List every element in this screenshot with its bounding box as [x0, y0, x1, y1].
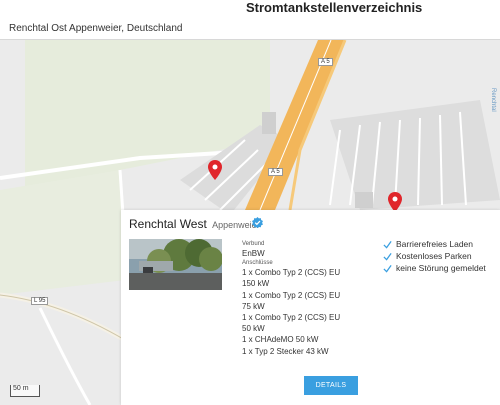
feature-item: Kostenloses Parken — [383, 250, 486, 262]
station-card: Renchtal West Appenweier Verbund EnBW An… — [121, 210, 500, 405]
connector-line: 1 x CHAdeMO 50 kW — [242, 335, 319, 345]
connector-line: 1 x Typ 2 Stecker 43 kW — [242, 346, 329, 356]
connector-line: 1 x Combo Typ 2 (CCS) EU — [242, 313, 341, 323]
checkmark-icon — [383, 240, 392, 249]
feature-label: keine Störung gemeldet — [396, 263, 486, 273]
feature-label: Kostenloses Parken — [396, 251, 472, 261]
road-label-l95: L 95 — [31, 297, 49, 305]
connectors-label: Anschlüsse — [242, 260, 273, 267]
location-text: Renchtal Ost Appenweier, Deutschland — [9, 23, 183, 34]
station-info: Verbund EnBW Anschlüsse 1 x Combo Typ 2 … — [242, 240, 340, 357]
connector-line: 1 x Combo Typ 2 (CCS) EU — [242, 290, 341, 300]
checkmark-icon — [383, 252, 392, 261]
header: Stromtankstellenverzeichnis Renchtal Ost… — [0, 0, 500, 40]
station-photo — [129, 239, 222, 290]
app-title: Stromtankstellenverzeichnis — [246, 0, 423, 15]
map-pin-icon[interactable] — [388, 192, 402, 212]
feature-item: keine Störung gemeldet — [383, 262, 486, 274]
connector-line: 50 kW — [242, 324, 265, 334]
operator-value: EnBW — [242, 249, 265, 258]
map-place-label: Renchtal — [490, 88, 496, 112]
map-pin-icon[interactable] — [208, 160, 222, 180]
connector-line: 1 x Combo Typ 2 (CCS) EU — [242, 268, 341, 278]
map-scale: 50 m — [10, 385, 40, 397]
road-label-a5-south: A 5 — [268, 168, 283, 176]
station-name: Renchtal West — [129, 217, 207, 231]
feature-list: Barrierefreies Laden Kostenloses Parken … — [383, 238, 486, 274]
connector-line: 75 kW — [242, 301, 265, 311]
verified-badge-icon — [252, 217, 263, 228]
road-label-a5-north: A 5 — [318, 58, 333, 66]
details-button[interactable]: DETAILS — [304, 376, 358, 395]
station-title: Renchtal West Appenweier — [129, 217, 260, 231]
connector-line: 150 kW — [242, 279, 270, 289]
feature-label: Barrierefreies Laden — [396, 239, 474, 249]
feature-item: Barrierefreies Laden — [383, 238, 486, 250]
operator-label: Verbund — [242, 241, 265, 247]
checkmark-icon — [383, 264, 392, 273]
